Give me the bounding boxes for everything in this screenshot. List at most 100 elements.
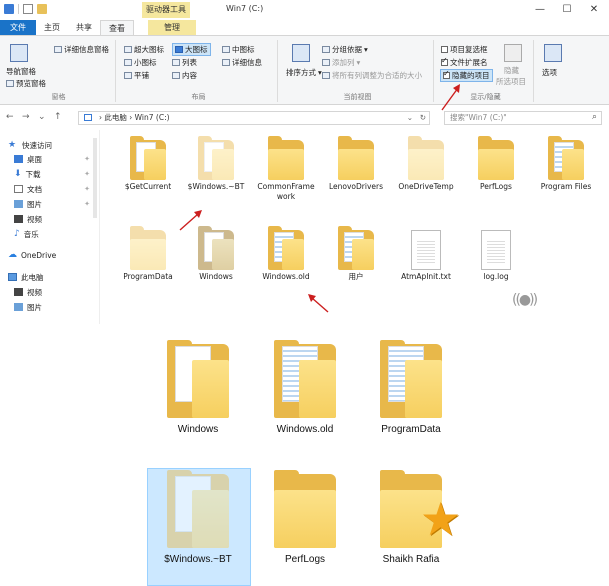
file-extensions-label: 文件扩展名 — [450, 58, 488, 67]
folder-icon — [268, 136, 304, 180]
folder-icon — [274, 470, 336, 548]
list-button[interactable]: 列表 — [172, 57, 197, 68]
list-item[interactable]: Program Files — [528, 136, 604, 192]
list-item[interactable]: LenovoDrivers — [318, 136, 394, 192]
nav-item-this-pc[interactable]: 此电脑 — [8, 270, 92, 284]
nav-item-onedrive[interactable]: ☁ OneDrive — [8, 248, 92, 262]
minimize-button[interactable]: — — [527, 2, 553, 18]
tab-view[interactable]: 查看 — [100, 20, 134, 35]
maximize-button[interactable]: ☐ — [554, 2, 580, 18]
medium-icons-button[interactable]: 中图标 — [222, 44, 255, 55]
nav-item-music[interactable]: ♪ 音乐 — [14, 227, 98, 241]
pin-icon: ✦ — [84, 185, 90, 193]
hidden-items-toggle[interactable]: 隐藏的项目 — [440, 69, 493, 82]
nav-scrollbar[interactable] — [93, 138, 97, 218]
folder-icon[interactable] — [37, 4, 47, 14]
list-item[interactable]: AtmApInit.txt — [388, 230, 464, 282]
nav-item-pictures[interactable]: 图片 ✦ — [14, 197, 98, 211]
tiles-label: 平铺 — [134, 71, 149, 80]
list-item[interactable]: Windows — [178, 226, 254, 282]
hide-selected-label: 所选项目 — [496, 77, 526, 86]
list-item[interactable]: ProgramData — [356, 340, 466, 435]
list-item[interactable]: $GetCurrent — [110, 136, 186, 192]
file-extensions-checkbox[interactable] — [441, 56, 448, 66]
item-label: $Windows.~BT — [187, 182, 245, 191]
chevron-down-icon[interactable]: ⌄ — [407, 112, 413, 124]
nav-item-pc-pictures[interactable]: 图片 — [14, 300, 98, 314]
nav-label: 视频 — [27, 287, 42, 297]
drive-tools-tab[interactable]: 驱动器工具 — [142, 2, 190, 18]
item-checkboxes-checkbox[interactable] — [441, 46, 448, 53]
tab-manage[interactable]: 管理 — [148, 20, 196, 35]
hide-selected-icon[interactable] — [504, 44, 522, 62]
tiles-button[interactable]: 平铺 — [124, 70, 149, 81]
item-checkboxes-toggle[interactable]: 项目复选框 — [441, 44, 488, 55]
tab-home[interactable]: 主页 — [36, 20, 68, 35]
breadcrumb-pc[interactable]: 此电脑 — [104, 113, 127, 122]
large-icons-button[interactable]: 大图标 — [172, 43, 211, 56]
item-label: AtmApInit.txt — [401, 272, 451, 281]
search-input[interactable]: 搜索"Win7 (C:)" ⌕ — [444, 111, 602, 125]
options-icon[interactable] — [544, 44, 562, 62]
document-icon — [14, 185, 23, 193]
nav-pane-icon[interactable] — [10, 44, 28, 62]
log-file-icon — [481, 230, 511, 270]
list-item[interactable]: ProgramData — [110, 226, 186, 282]
list-item[interactable]: OneDriveTemp — [388, 136, 464, 192]
list-item[interactable]: CommonFrame work — [248, 136, 324, 202]
recent-chevron-icon[interactable]: ⌄ — [38, 112, 46, 122]
group-by-button[interactable]: 分组依据 ▾ — [322, 44, 368, 55]
video-icon — [14, 215, 23, 223]
close-button[interactable]: ✕ — [581, 2, 607, 18]
annotation-arrow-hidden-items — [440, 82, 464, 112]
small-icons-button[interactable]: 小图标 — [124, 57, 157, 68]
properties-icon[interactable] — [4, 4, 14, 14]
nav-pane-button[interactable]: 导航窗格 — [6, 66, 36, 77]
refresh-icon[interactable]: ↻ — [420, 112, 426, 124]
nav-item-documents[interactable]: 文档 ✦ — [14, 182, 98, 196]
sort-by-label: 排序方式 — [286, 68, 316, 77]
list-item[interactable]: Windows.old — [250, 340, 360, 435]
list-item[interactable]: $Windows.~BT — [178, 136, 254, 192]
new-file-icon[interactable] — [23, 4, 33, 14]
list-item[interactable]: Windows.old — [248, 226, 324, 282]
breadcrumb-drive[interactable]: Win7 (C:) — [135, 113, 170, 122]
extra-large-icons-button[interactable]: 超大图标 — [124, 44, 164, 55]
hide-button[interactable]: 隐藏 — [504, 65, 519, 76]
list-item[interactable]: Windows — [143, 340, 253, 435]
nav-item-quick-access[interactable]: ★ 快速访问 — [8, 138, 92, 152]
pin-icon: ✦ — [84, 155, 90, 163]
content-icon — [172, 72, 180, 79]
tab-share[interactable]: 共享 — [68, 20, 100, 35]
add-columns-button[interactable]: 添加列 ▾ — [322, 57, 360, 68]
details-button[interactable]: 详细信息 — [222, 57, 262, 68]
list-item[interactable]: PerfLogs — [458, 136, 534, 192]
forward-arrow-icon[interactable]: → — [22, 112, 30, 122]
current-view-group: 排序方式 ▾ 分组依据 ▾ 添加列 ▾ 将所有列调整为合适的大小 当前视图 — [282, 40, 434, 102]
annotation-arrow-windows-old — [306, 292, 330, 314]
tab-file[interactable]: 文件 — [0, 20, 36, 35]
content-button[interactable]: 内容 — [172, 70, 197, 81]
back-arrow-icon[interactable]: ← — [6, 112, 14, 122]
up-arrow-icon[interactable]: ↑ — [54, 112, 62, 122]
list-item[interactable]: 用户 — [318, 226, 394, 282]
file-extensions-toggle[interactable]: 文件扩展名 — [441, 56, 488, 68]
list-item[interactable]: PerfLogs — [250, 470, 360, 565]
nav-item-pc-videos[interactable]: 视频 — [14, 285, 98, 299]
group-by-icon — [322, 46, 330, 53]
preview-pane-button[interactable]: 预览窗格 — [6, 78, 46, 89]
size-columns-button[interactable]: 将所有列调整为合适的大小 — [322, 70, 422, 81]
sort-by-button[interactable]: 排序方式 ▾ — [286, 67, 322, 78]
sort-icon[interactable] — [292, 44, 310, 62]
window-title: Win7 (C:) — [226, 4, 264, 13]
options-button[interactable]: 选项 — [542, 67, 557, 78]
address-bar[interactable]: › 此电脑 › Win7 (C:) ⌄ ↻ — [78, 111, 430, 125]
list-item[interactable]: $Windows.~BT — [143, 470, 253, 565]
hidden-items-checkbox[interactable] — [443, 69, 450, 79]
nav-item-downloads[interactable]: ⬇ 下载 ✦ — [14, 167, 98, 181]
nav-item-desktop[interactable]: 桌面 ✦ — [14, 152, 98, 166]
details-pane-button[interactable]: 详细信息窗格 — [54, 44, 109, 55]
list-item[interactable]: ★ Shaikh Rafia — [356, 470, 466, 565]
list-item[interactable]: log.log — [458, 230, 534, 282]
nav-item-videos[interactable]: 视频 — [14, 212, 98, 226]
